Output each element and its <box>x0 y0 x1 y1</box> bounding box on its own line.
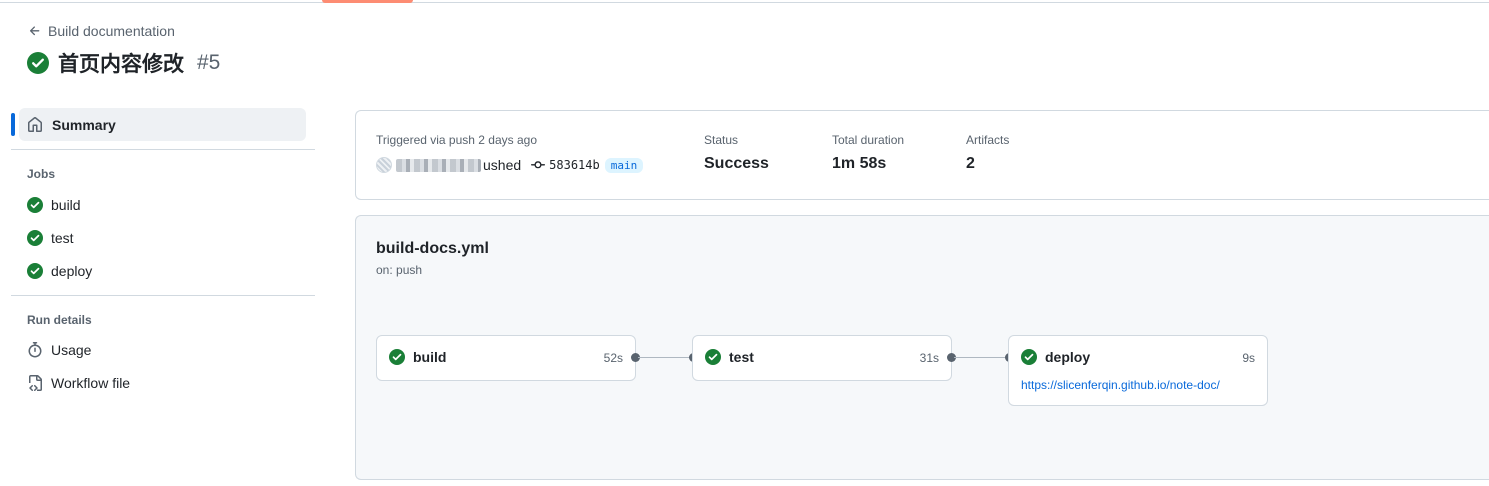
back-to-workflow-link[interactable]: Build documentation <box>28 23 175 39</box>
success-check-icon <box>389 349 405 365</box>
page-title: 首页内容修改 #5 <box>27 48 220 78</box>
success-check-icon <box>1021 349 1037 365</box>
file-code-icon <box>29 374 42 391</box>
run-sidebar: Summary Jobs build test deploy Run detai… <box>11 108 316 399</box>
job-card-test[interactable]: test 31s <box>692 335 952 381</box>
branch-badge[interactable]: main <box>604 157 644 173</box>
success-check-icon <box>27 229 43 246</box>
job-duration: 31s <box>919 351 939 365</box>
artifacts-block[interactable]: Artifacts 2 <box>966 133 1009 173</box>
pushed-text: ushed <box>483 157 522 173</box>
duration-value: 1m 58s <box>832 155 887 172</box>
active-tab-underline <box>322 0 413 3</box>
run-summary-card: Triggered via push 2 days ago ushed 5836… <box>355 110 1489 200</box>
job-name: build <box>413 349 447 365</box>
job-duration: 52s <box>603 351 623 365</box>
sidebar-item-summary[interactable]: Summary <box>11 108 306 141</box>
sidebar-item-label: Usage <box>51 341 92 358</box>
sidebar-job-deploy[interactable]: deploy <box>11 254 316 287</box>
home-icon <box>28 116 42 132</box>
workflow-file-name: build-docs.yml <box>376 240 489 257</box>
sidebar-job-build[interactable]: build <box>11 188 316 221</box>
workflow-graph: build-docs.yml on: push build 52s test 3… <box>355 215 1489 480</box>
sidebar-item-label: Workflow file <box>51 374 131 391</box>
jobs-section-title: Jobs <box>27 167 56 181</box>
sidebar-item-workflow-file[interactable]: Workflow file <box>11 366 316 399</box>
success-check-icon <box>27 196 43 213</box>
sidebar-item-usage[interactable]: Usage <box>11 333 316 366</box>
duration-block: Total duration 1m 58s <box>832 133 904 173</box>
job-duration: 9s <box>1242 351 1255 365</box>
trigger-details: ushed 583614b main <box>376 157 644 173</box>
artifacts-label: Artifacts <box>966 133 1010 147</box>
blurred-username <box>396 158 481 172</box>
commit-sha: 583614b <box>549 158 600 172</box>
run-details-section-title: Run details <box>27 313 92 327</box>
git-commit-icon <box>531 161 546 169</box>
sidebar-item-label: Summary <box>52 116 116 133</box>
run-number: #5 <box>197 51 221 74</box>
job-name: test <box>729 349 754 365</box>
sidebar-job-label: build <box>51 196 81 213</box>
success-check-icon <box>27 52 49 74</box>
workflow-trigger: on: push <box>376 263 423 277</box>
job-card-build[interactable]: build 52s <box>376 335 636 381</box>
success-check-icon <box>27 262 43 279</box>
top-nav-border <box>0 0 1489 3</box>
run-title: 首页内容修改 <box>58 53 184 76</box>
duration-label: Total duration <box>832 133 905 147</box>
connector-line <box>954 357 1006 358</box>
avatar[interactable] <box>376 157 392 173</box>
status-label: Status <box>704 133 739 147</box>
artifacts-value: 2 <box>966 155 975 172</box>
sidebar-job-label: test <box>51 229 74 246</box>
arrow-left-icon <box>29 26 40 36</box>
status-block: Status Success <box>704 133 769 173</box>
connector-line <box>638 357 690 358</box>
sidebar-job-test[interactable]: test <box>11 221 316 254</box>
trigger-label: Triggered via push 2 days ago <box>376 133 537 147</box>
success-check-icon <box>705 349 721 365</box>
stopwatch-icon <box>28 341 42 357</box>
back-link-label: Build documentation <box>48 23 175 39</box>
job-name: deploy <box>1045 349 1091 365</box>
job-card-deploy[interactable]: deploy 9s https://slicenferqin.github.io… <box>1008 335 1268 406</box>
sidebar-job-label: deploy <box>51 262 93 279</box>
deployment-url-link[interactable]: https://slicenferqin.github.io/note-doc/ <box>1021 378 1220 392</box>
status-value: Success <box>704 155 769 172</box>
commit-link[interactable]: 583614b <box>531 158 600 172</box>
